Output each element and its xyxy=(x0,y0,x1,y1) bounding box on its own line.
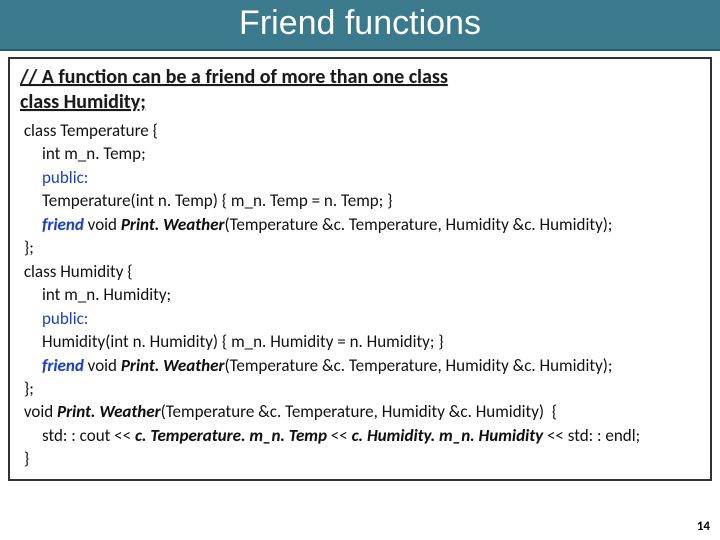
func-name: Print. Weather xyxy=(121,214,225,235)
keyword-friend: friend xyxy=(42,214,84,235)
code-line: friend void Print. Weather(Temperature &… xyxy=(20,213,700,236)
func-name: Print. Weather xyxy=(121,355,225,376)
heading: // A function can be a friend of more th… xyxy=(20,65,700,115)
code-text: << xyxy=(331,425,352,446)
code-text: void xyxy=(84,355,121,376)
page-number: 14 xyxy=(697,519,710,534)
code-line: public: xyxy=(20,307,700,330)
code-line: } xyxy=(20,448,29,469)
keyword-friend: friend xyxy=(42,355,84,376)
code-line: Temperature(int n. Temp) { m_n. Temp = n… xyxy=(20,189,700,212)
code-text: (Temperature &c. Temperature, Humidity &… xyxy=(161,401,558,422)
func-name: Print. Weather xyxy=(57,401,161,422)
member-access: c. Temperature. m_n. Temp xyxy=(135,425,331,446)
code-text: void xyxy=(20,401,57,422)
code-line: friend void Print. Weather(Temperature &… xyxy=(20,354,700,377)
code-text: << std: : endl; xyxy=(547,425,640,446)
code-text: (Temperature &c. Temperature, Humidity &… xyxy=(224,355,612,376)
code-text: std: : cout << xyxy=(42,425,135,446)
member-access: c. Humidity. m_n. Humidity xyxy=(352,425,547,446)
code-line: int m_n. Humidity; xyxy=(20,283,700,306)
code-line: class Humidity { xyxy=(20,261,133,282)
slide-title: Friend functions xyxy=(0,0,720,51)
heading-line-1: // A function can be a friend of more th… xyxy=(20,65,448,89)
content-box: // A function can be a friend of more th… xyxy=(8,57,712,481)
code-line: Humidity(int n. Humidity) { m_n. Humidit… xyxy=(20,330,700,353)
code-line: }; xyxy=(20,378,34,399)
code-line: int m_n. Temp; xyxy=(20,142,700,165)
code-line: }; xyxy=(20,237,34,258)
code-text: void xyxy=(84,214,121,235)
code-line: std: : cout << c. Temperature. m_n. Temp… xyxy=(20,424,700,447)
code-line: class Temperature { xyxy=(20,120,158,141)
code-line: public: xyxy=(20,166,700,189)
code-block: class Temperature { int m_n. Temp;public… xyxy=(20,119,700,471)
code-line: void Print. Weather(Temperature &c. Temp… xyxy=(20,401,557,422)
heading-line-2: class Humidity; xyxy=(20,90,146,114)
code-text: (Temperature &c. Temperature, Humidity &… xyxy=(224,214,612,235)
